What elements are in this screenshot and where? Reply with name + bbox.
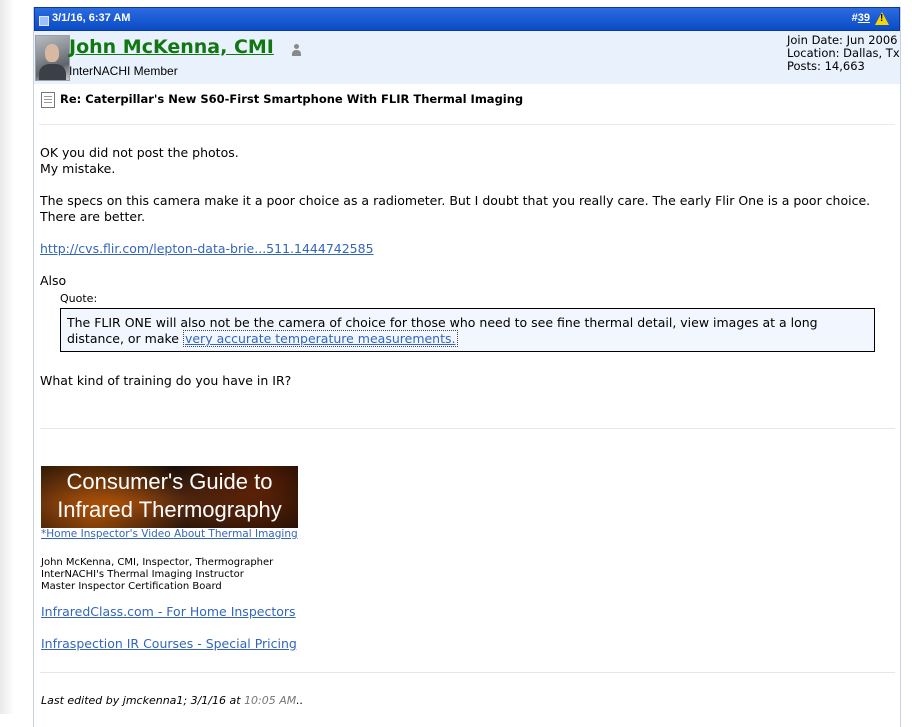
message-paragraph: The specs on this camera make it a poor …: [40, 193, 871, 224]
post-status-icon: [39, 16, 49, 26]
warning-icon[interactable]: [875, 12, 889, 25]
video-link[interactable]: *Home Inspector's Video About Thermal Im…: [41, 528, 298, 540]
user-stats: Join Date: Jun 2006 Location: Dallas, Tx…: [787, 34, 900, 73]
edited-note: Last edited by jmckenna1; 3/1/16 at 10:0…: [41, 694, 303, 707]
banner-line1: Consumer's Guide to: [66, 469, 273, 494]
infraredclass-link[interactable]: InfraredClass.com - For Home Inspectors: [41, 604, 296, 619]
flir-link[interactable]: http://cvs.flir.com/lepton-data-brie...5…: [40, 241, 374, 256]
post-count: Posts: 14,663: [787, 59, 865, 73]
message-question: What kind of training do you have in IR?: [40, 373, 292, 388]
thermography-banner[interactable]: Consumer's Guide to Infrared Thermograph…: [41, 466, 298, 528]
quote-link[interactable]: very accurate temperature measurements.: [182, 330, 458, 347]
signature-divider: [40, 428, 895, 429]
post-date: 3/1/16, 6:37 AM: [52, 12, 131, 24]
document-icon: [41, 92, 55, 108]
post-title: Re: Caterpillar's New S60-First Smartpho…: [60, 92, 524, 106]
post-permalink[interactable]: 39: [858, 12, 870, 24]
infraspection-link[interactable]: Infraspection IR Courses - Special Prici…: [41, 636, 297, 651]
edited-divider: [40, 672, 895, 673]
post-number: #39: [852, 12, 870, 24]
quote-box: The FLIR ONE will also not be the camera…: [60, 308, 875, 352]
banner-line2: Infrared Thermography: [57, 497, 282, 522]
edited-suffix: ..: [296, 694, 304, 707]
username-link[interactable]: John McKenna, CMI: [69, 36, 274, 58]
quote-label: Quote:: [60, 292, 98, 305]
forum-post: 3/1/16, 6:37 AM #39 John McKenna, CMI In…: [33, 7, 901, 727]
page-shadow: [0, 0, 14, 714]
post-title-row: Re: Caterpillar's New S60-First Smartpho…: [39, 84, 895, 125]
edited-time: 10:05 AM: [244, 694, 297, 707]
edited-prefix: Last edited by jmckenna1; 3/1/16 at: [41, 694, 245, 707]
signature-text: John McKenna, CMI, Inspector, Thermograp…: [41, 557, 273, 593]
message-line: Also: [40, 273, 67, 288]
online-status-icon: [292, 44, 301, 56]
user-info-bar: John McKenna, CMI InterNACHI Member Join…: [34, 31, 900, 84]
avatar-body: [39, 64, 66, 80]
message-line: My mistake.: [40, 161, 116, 176]
avatar-face: [45, 44, 59, 62]
post-header: 3/1/16, 6:37 AM #39: [34, 7, 900, 31]
signature-line: Master Inspector Certification Board: [41, 581, 222, 592]
message-line: OK you did not post the photos.: [40, 145, 239, 160]
post-message: OK you did not post the photos. My mista…: [40, 145, 892, 389]
signature-line: John McKenna, CMI, Inspector, Thermograp…: [41, 557, 274, 568]
user-title: InterNACHI Member: [69, 64, 178, 78]
avatar[interactable]: [35, 35, 70, 81]
signature-line: InterNACHI's Thermal Imaging Instructor: [41, 569, 244, 580]
